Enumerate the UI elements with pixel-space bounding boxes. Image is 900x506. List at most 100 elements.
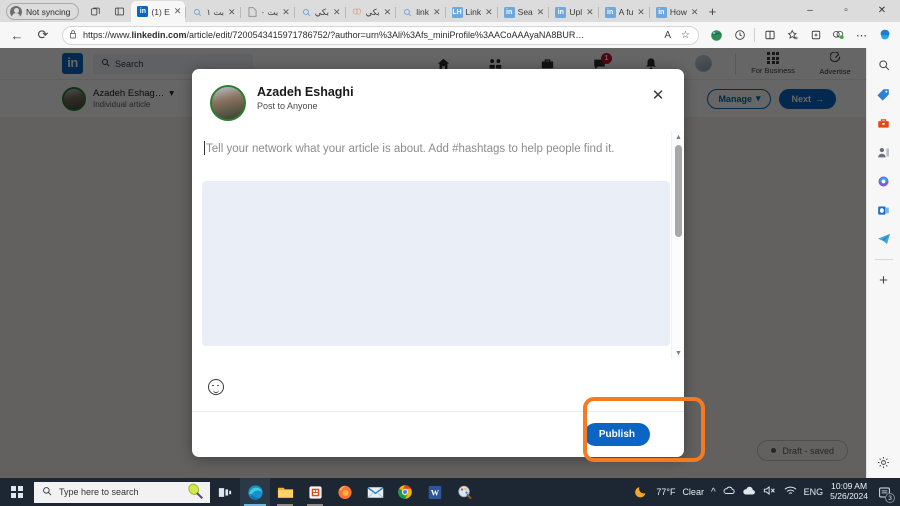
add-icon[interactable]: + [873, 269, 895, 291]
close-icon[interactable]: ✕ [636, 7, 645, 18]
close-icon[interactable]: ✕ [383, 7, 392, 18]
clock-date: 5/26/2024 [830, 491, 868, 501]
telegram-icon[interactable] [873, 228, 895, 250]
start-button[interactable] [0, 478, 34, 506]
weather-temp[interactable]: 77°F [656, 487, 675, 497]
outlook-icon[interactable] [873, 199, 895, 221]
weather-condition[interactable]: Clear [682, 487, 704, 497]
browser-tab[interactable]: in Upl ✕ [549, 2, 597, 22]
close-icon[interactable]: ✕ [536, 7, 545, 18]
browser-tab[interactable]: LH Link ✕ [446, 2, 497, 22]
browser-tab[interactable]: بكي ✕ [346, 2, 396, 22]
tab-title: بت ۱ [206, 6, 225, 17]
browser-tab[interactable]: in A fu ✕ [599, 2, 649, 22]
reload-button[interactable]: ⟳ [31, 24, 55, 46]
show-hidden-icons-chevron[interactable]: ^ [711, 487, 716, 498]
modal-audience-selector[interactable]: Post to Anyone [257, 101, 354, 111]
tennis-racket-icon[interactable] [187, 483, 205, 504]
settings-icon[interactable] [873, 451, 895, 473]
more-options-icon[interactable]: ⋯ [851, 25, 872, 46]
windows-logo-icon [11, 486, 23, 498]
publish-button[interactable]: Publish [583, 423, 650, 446]
mail-icon[interactable] [360, 478, 390, 506]
tab-title: Upl [569, 7, 583, 17]
close-icon[interactable]: ✕ [432, 7, 441, 18]
cloud-icon[interactable] [742, 486, 756, 499]
profile-sync-button[interactable]: Not syncing [6, 3, 80, 20]
copilot-icon[interactable] [873, 170, 895, 192]
compose-input-placeholder[interactable]: Tell your network what your article is a… [206, 141, 646, 158]
browser-essentials-icon[interactable] [828, 25, 849, 46]
firefox-icon[interactable] [330, 478, 360, 506]
favorites-icon[interactable] [782, 25, 803, 46]
edge-icon[interactable] [240, 478, 270, 506]
shopping-tag-icon[interactable] [873, 83, 895, 105]
browser-tab[interactable]: in Sea ✕ [498, 2, 549, 22]
toolbar-separator [754, 28, 755, 42]
wifi-icon[interactable] [784, 485, 797, 499]
scroll-up-icon[interactable]: ▲ [672, 131, 684, 143]
globe-icon[interactable] [706, 25, 727, 46]
tools-icon[interactable] [873, 112, 895, 134]
browser-tab[interactable]: بت ۰ ✕ [241, 2, 294, 22]
browser-tab[interactable]: in How ✕ [650, 2, 703, 22]
split-screen-icon[interactable] [759, 25, 780, 46]
minimize-button[interactable]: – [792, 0, 828, 21]
address-bar[interactable]: https://www.linkedin.com/article/edit/72… [62, 25, 699, 45]
paint3d-icon[interactable] [450, 478, 480, 506]
language-indicator[interactable]: ENG [804, 487, 824, 497]
close-window-button[interactable]: ✕ [864, 0, 900, 21]
modal-footer: Publish [192, 411, 684, 457]
vertical-tabs-icon[interactable] [107, 1, 131, 21]
scroll-down-icon[interactable]: ▼ [672, 347, 684, 359]
close-icon[interactable]: ✕ [648, 85, 668, 105]
sidebar-divider [874, 259, 893, 260]
close-icon[interactable]: ✕ [332, 7, 341, 18]
history-icon[interactable] [729, 25, 750, 46]
close-icon[interactable]: ✕ [227, 7, 236, 18]
taskbar-search-box[interactable]: Type here to search [34, 481, 210, 504]
weather-icon[interactable] [635, 485, 649, 500]
read-aloud-icon[interactable]: A [662, 30, 673, 41]
file-explorer-icon[interactable] [270, 478, 300, 506]
search-icon [42, 486, 52, 498]
browser-tab[interactable]: link ✕ [396, 2, 444, 22]
taskbar-search-placeholder: Type here to search [59, 487, 139, 497]
word-icon[interactable]: W [420, 478, 450, 506]
windows-taskbar: Type here to search W 77°F Clear ^ ENG 1… [0, 478, 900, 506]
profile-sync-label: Not syncing [26, 6, 71, 17]
notifications-icon[interactable]: 3 [875, 483, 895, 503]
tab-search-icon[interactable] [83, 1, 107, 21]
address-bar-url: https://www.linkedin.com/article/edit/72… [83, 30, 585, 40]
collections-icon[interactable] [805, 25, 826, 46]
browser-tab[interactable]: in (1) E ✕ [131, 1, 186, 22]
sound-muted-icon[interactable] [763, 485, 777, 499]
contacts-icon[interactable] [873, 141, 895, 163]
modal-scrollbar[interactable]: ▲ ▼ [671, 131, 684, 359]
emoji-icon[interactable] [208, 379, 224, 395]
browser-tab[interactable]: بكي ✕ [295, 2, 345, 22]
close-icon[interactable]: ✕ [281, 7, 290, 18]
back-button[interactable]: ← [5, 24, 29, 46]
favorite-icon[interactable]: ☆ [679, 30, 692, 41]
tab-title: link [416, 7, 429, 17]
copilot-icon[interactable] [874, 25, 895, 46]
close-icon[interactable]: ✕ [173, 6, 182, 17]
new-tab-button[interactable]: + [702, 1, 722, 21]
maximize-button[interactable]: ▫ [828, 0, 864, 21]
close-icon[interactable]: ✕ [690, 7, 699, 18]
close-icon[interactable]: ✕ [484, 7, 493, 18]
store-icon[interactable] [300, 478, 330, 506]
brain-icon [352, 7, 363, 18]
chrome-icon[interactable] [390, 478, 420, 506]
linkedin-icon: in [555, 6, 567, 18]
scrollbar-thumb[interactable] [675, 145, 682, 237]
window-controls: – ▫ ✕ [792, 0, 900, 21]
linkedin-icon: in [655, 6, 667, 18]
task-view-icon[interactable] [210, 478, 240, 506]
close-icon[interactable]: ✕ [585, 7, 594, 18]
search-icon[interactable] [873, 54, 895, 76]
browser-tab[interactable]: بت ۱ ✕ [186, 2, 239, 22]
onedrive-icon[interactable] [723, 485, 735, 499]
taskbar-clock[interactable]: 10:09 AM 5/26/2024 [830, 481, 868, 502]
